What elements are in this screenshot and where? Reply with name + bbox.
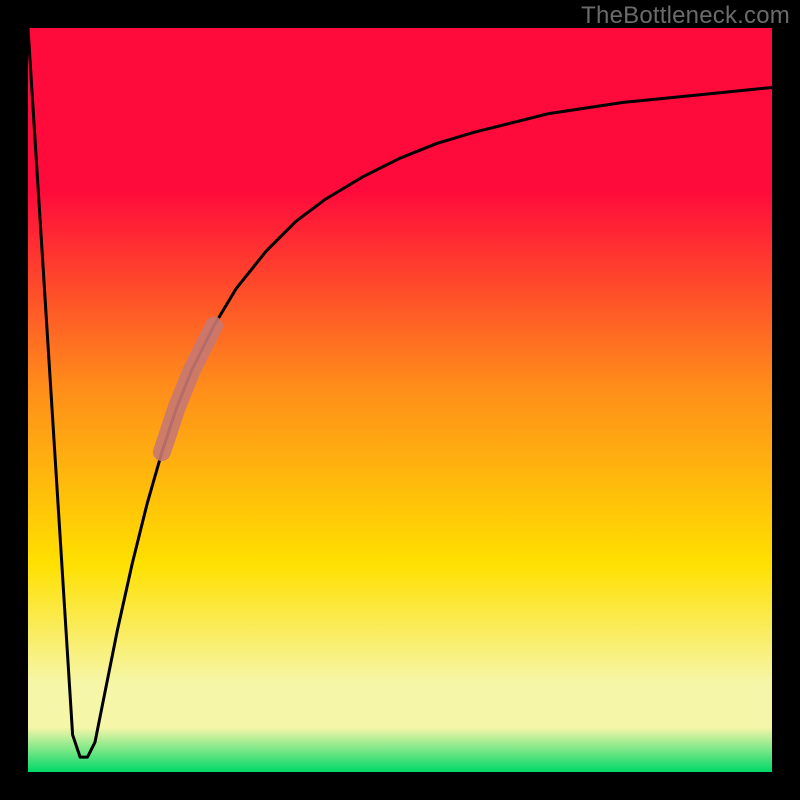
plot-layer (28, 28, 772, 772)
curve-highlight-segment (162, 326, 214, 453)
bottleneck-curve (28, 28, 772, 757)
watermark-text: TheBottleneck.com (581, 2, 790, 30)
chart-frame (28, 28, 772, 772)
chart-stage: TheBottleneck.com (0, 0, 800, 800)
